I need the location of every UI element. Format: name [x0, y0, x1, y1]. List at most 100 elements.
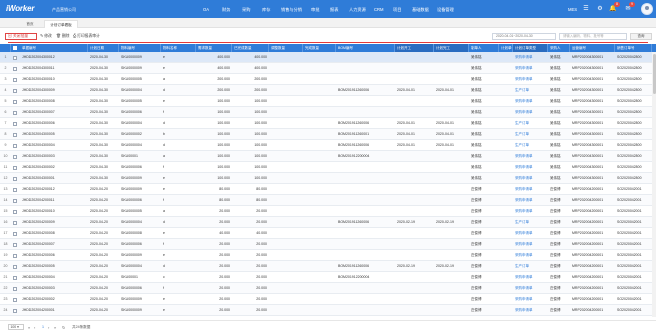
tab-home[interactable]: 首页	[18, 20, 42, 28]
column-header[interactable]: 运营编号	[570, 44, 615, 52]
row-checkbox[interactable]	[13, 176, 17, 181]
last-page-icon[interactable]: »	[54, 325, 56, 330]
row-checkbox[interactable]	[13, 143, 17, 148]
next-page-icon[interactable]: ›	[48, 325, 49, 330]
table-row[interactable]: 6 JHDD202004300007 2020-04-30 SKU0000006 f 10…	[0, 107, 656, 118]
nav-item-crm[interactable]: CRM	[374, 7, 384, 12]
close-batch-button[interactable]: ⊠ 关闭批量	[5, 33, 37, 40]
nav-item-finance[interactable]: 财务	[222, 7, 230, 13]
user-code[interactable]: MES	[568, 7, 577, 12]
row-checkbox[interactable]	[13, 264, 17, 269]
row-checkbox[interactable]	[13, 55, 17, 60]
table-row[interactable]: 19 JHDD202004200006 2020-04-20 SKU0000009 e 2…	[0, 250, 656, 261]
nav-item-purchase[interactable]: 采购	[242, 7, 250, 13]
table-row[interactable]: 16 JHDD202004200009 2020-04-20 SKU0000004 d 2…	[0, 217, 656, 228]
nav-item-hr[interactable]: 人力资源	[349, 7, 366, 13]
scrollbar-thumb[interactable]	[652, 54, 656, 94]
current-page[interactable]: 1	[42, 325, 44, 330]
table-row[interactable]: 5 JHDD202004300008 2020-04-30 SKU0000005 e 10…	[0, 96, 656, 107]
row-checkbox[interactable]	[13, 209, 17, 214]
column-header[interactable]: 采购人	[548, 44, 570, 52]
row-checkbox[interactable]	[13, 187, 17, 192]
table-row[interactable]: 17 JHDD202004200008 2020-04-20 SKU0000008 e 4…	[0, 228, 656, 239]
app-logo[interactable]: iWorker	[6, 4, 34, 13]
export-button[interactable]: ⎙ 打印报表审计	[73, 33, 100, 40]
table-row[interactable]: 4 JHDD202004300009 2020-04-30 SKU0000004 d 20…	[0, 85, 656, 96]
tab-plan-order-board[interactable]: 计划订单看板	[44, 20, 78, 28]
table-row[interactable]: 10 JHDD202004300003 2020-04-30 SKU00001 a 100…	[0, 151, 656, 162]
row-checkbox[interactable]	[13, 66, 17, 71]
prev-page-icon[interactable]: ‹	[34, 325, 35, 330]
search-button[interactable]: 查询	[630, 33, 652, 40]
column-header[interactable]: 计划开工	[395, 44, 434, 52]
delete-button[interactable]: 🗑 删除	[56, 33, 69, 40]
table-row[interactable]: 18 JHDD202004200007 2020-04-20 SKU0000006 f 2…	[0, 239, 656, 250]
column-header[interactable]: 需求数量	[196, 44, 232, 52]
table-row[interactable]: 2 JHDD202004300011 2020-04-30 SKU0000009 e 40…	[0, 63, 656, 74]
nav-item-basic-data[interactable]: 基础数据	[412, 7, 429, 13]
row-checkbox[interactable]	[13, 253, 17, 258]
row-checkbox[interactable]	[13, 165, 17, 170]
column-header[interactable]: 计划日期	[88, 44, 119, 52]
company-name[interactable]: 产品营销公司	[52, 7, 76, 13]
vertical-scrollbar[interactable]	[652, 52, 656, 317]
menu-icon[interactable]: ☰	[582, 5, 590, 13]
date-range-input[interactable]: 2020-04-01~2020-04-30	[492, 33, 556, 40]
row-checkbox[interactable]	[13, 99, 17, 104]
row-checkbox[interactable]	[13, 110, 17, 115]
row-checkbox[interactable]	[13, 132, 17, 137]
column-header[interactable]: 制单人	[469, 44, 499, 52]
table-row[interactable]: 11 JHDD202004300002 2020-04-30 SKU0000006 f 1…	[0, 162, 656, 173]
row-checkbox[interactable]	[13, 297, 17, 302]
nav-item-equipment[interactable]: 设备管理	[437, 7, 454, 13]
table-row[interactable]: 9 JHDD202004300004 2020-04-30 SKU0000004 d 10…	[0, 140, 656, 151]
table-row[interactable]: 1 JHDD202004300012 2020-04-30 SKU0000009 e 40…	[0, 52, 656, 63]
settings-icon[interactable]: ⚙	[596, 5, 604, 13]
table-row[interactable]: 14 JHDD202004200011 2020-04-20 SKU0000006 f 8…	[0, 195, 656, 206]
column-header[interactable]: 已完成数量	[232, 44, 269, 52]
nav-item-reports[interactable]: 报表	[330, 7, 338, 13]
column-header[interactable]: 物料名称	[161, 44, 196, 52]
table-row[interactable]: 3 JHDD202004300010 2020-04-30 SKU0000005 a 20…	[0, 74, 656, 85]
table-row[interactable]: 12 JHDD202004300001 2020-04-30 SKU0000009 e 1…	[0, 173, 656, 184]
column-header[interactable]: 计划完工	[434, 44, 469, 52]
nav-item-approval[interactable]: 审批	[311, 7, 319, 13]
table-row[interactable]: 20 JHDD202004200005 2020-04-20 SKU0000004 d 2…	[0, 261, 656, 272]
row-checkbox[interactable]	[13, 242, 17, 247]
row-checkbox[interactable]	[13, 275, 17, 280]
row-checkbox[interactable]	[13, 77, 17, 82]
column-header[interactable]: 物料编号	[119, 44, 161, 52]
table-row[interactable]: 7 JHDD202004300006 2020-04-30 SKU0000004 d 10…	[0, 118, 656, 129]
page-size-select[interactable]: 100 ▾	[8, 324, 24, 330]
nav-item-sales[interactable]: 销售与分销	[281, 7, 302, 13]
edit-button[interactable]: ✎ 修改	[40, 33, 52, 40]
table-row[interactable]: 13 JHDD202004200012 2020-04-20 SKU0000009 e 8…	[0, 184, 656, 195]
row-checkbox[interactable]	[13, 154, 17, 159]
nav-item-project[interactable]: 项目	[393, 7, 401, 13]
row-checkbox[interactable]	[13, 220, 17, 225]
first-page-icon[interactable]: «	[28, 325, 30, 330]
table-row[interactable]: 24 JHDD202004200001 2020-04-20 SKU0000009 e 2…	[0, 305, 656, 316]
search-input[interactable]: 请输入编码、物料、批号等	[559, 33, 627, 40]
nav-item-oa[interactable]: OA	[203, 7, 209, 12]
table-row[interactable]: 22 JHDD202004200003 2020-04-20 SKU0000006 f 2…	[0, 283, 656, 294]
table-row[interactable]: 23 JHDD202004200002 2020-04-20 SKU0000009 e 2…	[0, 294, 656, 305]
table-row[interactable]: 21 JHDD202004200004 2020-04-20 SKU00001 c 20.…	[0, 272, 656, 283]
refresh-icon[interactable]: ↻	[62, 325, 65, 330]
column-header[interactable]: 完成数量	[303, 44, 336, 52]
column-header[interactable]: 计划单位	[499, 44, 513, 52]
column-header[interactable]: 销售订单号	[615, 44, 652, 52]
table-row[interactable]: 8 JHDD202004300005 2020-04-30 SKU0000002 b 10…	[0, 129, 656, 140]
row-checkbox[interactable]	[13, 308, 17, 313]
user-avatar[interactable]	[641, 3, 653, 15]
row-checkbox[interactable]	[13, 286, 17, 291]
column-header[interactable]: 计划订单类型	[513, 44, 548, 52]
table-row[interactable]: 15 JHDD202004200010 2020-04-20 SKU0000005 a 2…	[0, 206, 656, 217]
column-header[interactable]: 调整数量	[269, 44, 303, 52]
column-header[interactable]: 单据编号	[20, 44, 88, 52]
nav-item-inventory[interactable]: 库存	[262, 7, 270, 13]
row-checkbox[interactable]	[13, 198, 17, 203]
row-checkbox[interactable]	[13, 121, 17, 126]
row-checkbox[interactable]	[13, 88, 17, 93]
row-checkbox[interactable]	[13, 231, 17, 236]
